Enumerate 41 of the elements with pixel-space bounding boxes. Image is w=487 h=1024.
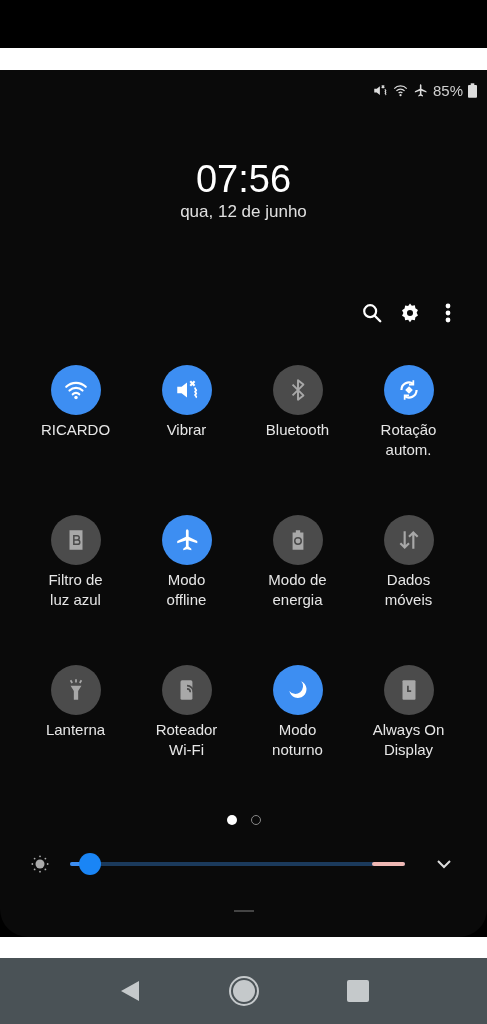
- wifi-icon: [392, 82, 408, 98]
- recents-icon: [346, 980, 369, 1002]
- home-button[interactable]: [227, 975, 260, 1007]
- tile-label: Always On Display: [372, 720, 445, 760]
- tile-label: Modo offline: [166, 570, 207, 610]
- battery-percentage: 85%: [432, 81, 463, 99]
- clock-time: 07:56: [195, 157, 292, 201]
- more-options-icon: [445, 303, 451, 323]
- tile-label: RICARDO: [40, 420, 111, 440]
- quick-toggle-button[interactable]: [272, 665, 323, 715]
- quick-toggle-button[interactable]: [161, 665, 212, 715]
- quick-toggle-button[interactable]: [272, 365, 323, 415]
- quick-toggle-button[interactable]: [50, 365, 101, 415]
- quick-toggle-button[interactable]: [50, 515, 101, 565]
- quick-toggle-button[interactable]: [383, 365, 434, 415]
- quick-toggle-button[interactable]: [50, 665, 101, 715]
- search-icon: [361, 302, 383, 324]
- tile-label: Bluetooth: [265, 420, 330, 440]
- brightness-icon: [31, 855, 49, 873]
- quick-toggle-button[interactable]: [161, 515, 212, 565]
- tile-label: Filtro de luz azul: [48, 570, 103, 610]
- tile-label: Modo noturno: [272, 720, 323, 760]
- quick-toggle-button[interactable]: [383, 515, 434, 565]
- home-icon: [227, 975, 260, 1007]
- airplane-icon: [412, 82, 428, 98]
- search-button[interactable]: [360, 301, 384, 325]
- tile-label: Rotação autom.: [380, 420, 437, 460]
- quick-toggle-button[interactable]: [161, 365, 212, 415]
- slider-thumb[interactable]: [79, 853, 102, 875]
- tile-label: Lanterna: [45, 720, 106, 740]
- tile-label: Modo de energia: [268, 570, 327, 610]
- quick-toggle-button[interactable]: [383, 665, 434, 715]
- settings-icon: [399, 302, 421, 324]
- tile-label: Dados móveis: [384, 570, 433, 610]
- page-indicator-dot[interactable]: [226, 815, 237, 825]
- mute-vibrate-icon: [372, 82, 388, 98]
- battery-icon: [468, 82, 477, 98]
- tile-label: Vibrar: [166, 420, 207, 440]
- quick-toggle-button[interactable]: [272, 515, 323, 565]
- clock-date: qua, 12 de junho: [180, 201, 307, 223]
- tile-label: Roteador Wi-Fi: [155, 720, 218, 760]
